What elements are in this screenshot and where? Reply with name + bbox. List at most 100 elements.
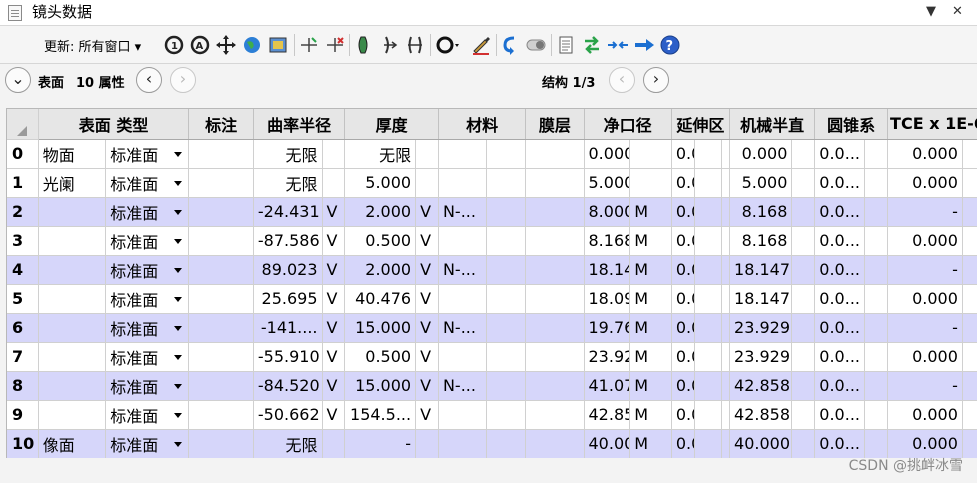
comment-cell[interactable]	[188, 226, 254, 256]
surface-comment[interactable]	[38, 226, 107, 256]
chip-zone-solve-cell[interactable]	[694, 255, 722, 285]
col-header-surface-type[interactable]: 表面 类型	[38, 109, 190, 140]
material-solve-cell[interactable]	[486, 313, 527, 343]
col-header-radius[interactable]: 曲率半径	[253, 109, 346, 140]
material-cell[interactable]	[438, 168, 487, 198]
conic-cell[interactable]: 0.0...	[814, 371, 866, 401]
tce-solve-cell[interactable]	[962, 139, 977, 169]
chip-zone-cell[interactable]: 0.0...	[671, 371, 695, 401]
mech-semi-dia-cell[interactable]: 8.168	[729, 197, 793, 227]
conic-cell[interactable]: 0.0...	[814, 255, 866, 285]
clear-semi-dia-solve-cell[interactable]: M	[629, 313, 672, 343]
clear-semi-dia-solve-cell[interactable]: M	[629, 255, 672, 285]
coating-cell[interactable]	[525, 313, 585, 343]
mech-semi-dia-solve-cell[interactable]	[791, 168, 816, 198]
clear-semi-dia-cell[interactable]: 41.076	[584, 371, 631, 401]
clear-semi-dia-cell[interactable]: 23.929	[584, 342, 631, 372]
arrow-right-icon[interactable]	[633, 34, 655, 56]
material-cell[interactable]: N-...	[438, 255, 487, 285]
mech-semi-dia-solve-cell[interactable]	[791, 255, 816, 285]
col-header-tce[interactable]: TCE x 1E-6	[887, 109, 977, 140]
chip-zone-solve-cell[interactable]	[694, 168, 722, 198]
radius-solve-cell[interactable]: V	[322, 400, 346, 430]
chip-zone-cell[interactable]: 0.0...	[671, 255, 695, 285]
swap-arrows-icon[interactable]	[581, 34, 603, 56]
lens-element-icon[interactable]	[352, 34, 374, 56]
radius-solve-cell[interactable]: V	[322, 197, 346, 227]
clear-semi-dia-solve-cell[interactable]: M	[629, 429, 672, 458]
tce-solve-cell[interactable]	[962, 400, 977, 430]
clear-semi-dia-cell[interactable]: 0.000	[584, 139, 631, 169]
radius-cell[interactable]: -50.662	[253, 400, 323, 430]
chip-zone-cell[interactable]: 0.0...	[671, 168, 695, 198]
clear-semi-dia-cell[interactable]: 8.168	[584, 226, 631, 256]
conic-cell[interactable]: 0.0...	[814, 313, 866, 343]
clear-semi-dia-solve-cell[interactable]: M	[629, 226, 672, 256]
tce-cell[interactable]: 0.000	[887, 226, 963, 256]
col-header-conic[interactable]: 圆锥系	[814, 109, 889, 140]
tce-cell[interactable]: 0.000	[887, 139, 963, 169]
material-solve-cell[interactable]	[486, 139, 527, 169]
chip-zone-solve-cell[interactable]	[694, 400, 722, 430]
surface-type-dropdown[interactable]: 标准面	[105, 197, 190, 227]
mech-semi-dia-cell[interactable]: 42.858	[729, 400, 793, 430]
tce-cell[interactable]: -	[887, 313, 963, 343]
thickness-solve-cell[interactable]: V	[415, 371, 439, 401]
comment-cell[interactable]	[188, 400, 254, 430]
tce-solve-cell[interactable]	[962, 197, 977, 227]
material-solve-cell[interactable]	[486, 197, 527, 227]
thickness-cell[interactable]: 40.476	[344, 284, 417, 314]
conic-cell[interactable]: 0.0...	[814, 197, 866, 227]
radius-cell[interactable]: -87.586	[253, 226, 323, 256]
coating-cell[interactable]	[525, 284, 585, 314]
radius-cell[interactable]: 25.695	[253, 284, 323, 314]
conic-solve-cell[interactable]	[864, 400, 889, 430]
clear-semi-dia-solve-cell[interactable]: M	[629, 284, 672, 314]
surface-type-dropdown[interactable]: 标准面	[105, 284, 190, 314]
conic-cell[interactable]: 0.0...	[814, 342, 866, 372]
prev-config-button[interactable]: ‹	[609, 67, 635, 93]
clear-semi-dia-cell[interactable]: 18.147	[584, 255, 631, 285]
chip-zone-cell[interactable]: 0.0...	[671, 313, 695, 343]
tce-cell[interactable]: 0.000	[887, 400, 963, 430]
mech-semi-dia-solve-cell[interactable]	[791, 139, 816, 169]
comment-cell[interactable]	[188, 371, 254, 401]
chip-zone-solve-cell[interactable]	[694, 313, 722, 343]
comment-cell[interactable]	[188, 139, 254, 169]
tce-solve-cell[interactable]	[962, 313, 977, 343]
col-header-material[interactable]: 材料	[438, 109, 527, 140]
thickness-cell[interactable]: 2.000	[344, 255, 417, 285]
conic-solve-cell[interactable]	[864, 429, 889, 458]
thickness-solve-cell[interactable]: V	[415, 313, 439, 343]
radius-solve-cell[interactable]	[322, 429, 346, 458]
conic-solve-cell[interactable]	[864, 255, 889, 285]
chip-zone-solve-cell[interactable]	[694, 371, 722, 401]
conic-cell[interactable]: 0.0...	[814, 226, 866, 256]
col-header-chip-zone[interactable]: 延伸区	[671, 109, 731, 140]
clear-semi-dia-solve-cell[interactable]: M	[629, 371, 672, 401]
conic-cell[interactable]: 0.0...	[814, 284, 866, 314]
surface-type-dropdown[interactable]: 标准面	[105, 371, 190, 401]
conic-solve-cell[interactable]	[864, 342, 889, 372]
clear-semi-dia-cell[interactable]: 8.000	[584, 197, 631, 227]
coating-cell[interactable]	[525, 400, 585, 430]
tce-cell[interactable]: 0.000	[887, 429, 963, 458]
tce-solve-cell[interactable]	[962, 429, 977, 458]
thickness-solve-cell[interactable]	[415, 429, 439, 458]
radius-cell[interactable]: 89.023	[253, 255, 323, 285]
mech-semi-dia-cell[interactable]: 5.000	[729, 168, 793, 198]
surface-type-dropdown[interactable]: 标准面	[105, 429, 190, 458]
surface-comment[interactable]	[38, 400, 107, 430]
thickness-cell[interactable]: 154.5...	[344, 400, 417, 430]
comment-cell[interactable]	[188, 168, 254, 198]
surface-type-dropdown[interactable]: 标准面	[105, 168, 190, 198]
surface-comment[interactable]	[38, 313, 107, 343]
comment-cell[interactable]	[188, 284, 254, 314]
radius-cell[interactable]: 无限	[253, 168, 323, 198]
refresh-all-icon[interactable]: A	[189, 34, 211, 56]
radius-solve-cell[interactable]	[322, 168, 346, 198]
col-header-thickness[interactable]: 厚度	[344, 109, 439, 140]
thickness-cell[interactable]: 0.500	[344, 342, 417, 372]
ring-dropdown-icon[interactable]	[435, 34, 459, 56]
chip-zone-cell[interactable]: 0.0...	[671, 139, 695, 169]
